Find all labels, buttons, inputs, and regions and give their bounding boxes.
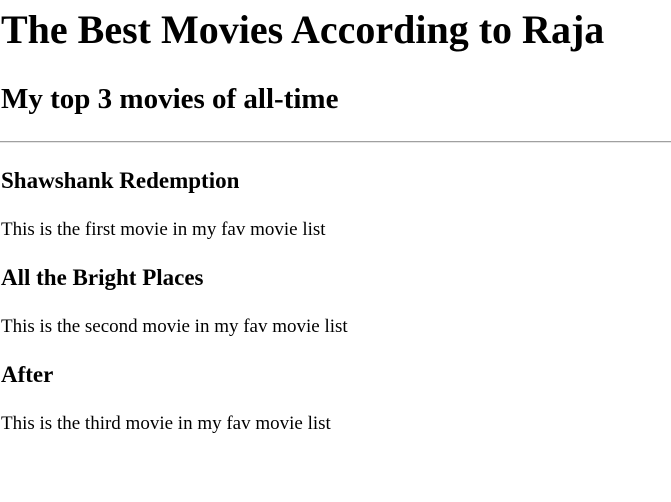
page: The Best Movies According to Raja My top…: [0, 0, 671, 502]
page-subtitle: My top 3 movies of all-time: [1, 83, 339, 115]
movie-description-3: This is the third movie in my fav movie …: [1, 413, 331, 434]
movie-title-shawshank-redemption: Shawshank Redemption: [1, 168, 240, 193]
movie-title-all-the-bright-places: All the Bright Places: [1, 265, 204, 290]
divider: [0, 141, 671, 143]
movie-description-1: This is the first movie in my fav movie …: [1, 219, 326, 240]
movie-title-after: After: [1, 362, 54, 387]
movie-description-2: This is the second movie in my fav movie…: [1, 316, 348, 337]
page-title: The Best Movies According to Raja: [1, 7, 605, 52]
